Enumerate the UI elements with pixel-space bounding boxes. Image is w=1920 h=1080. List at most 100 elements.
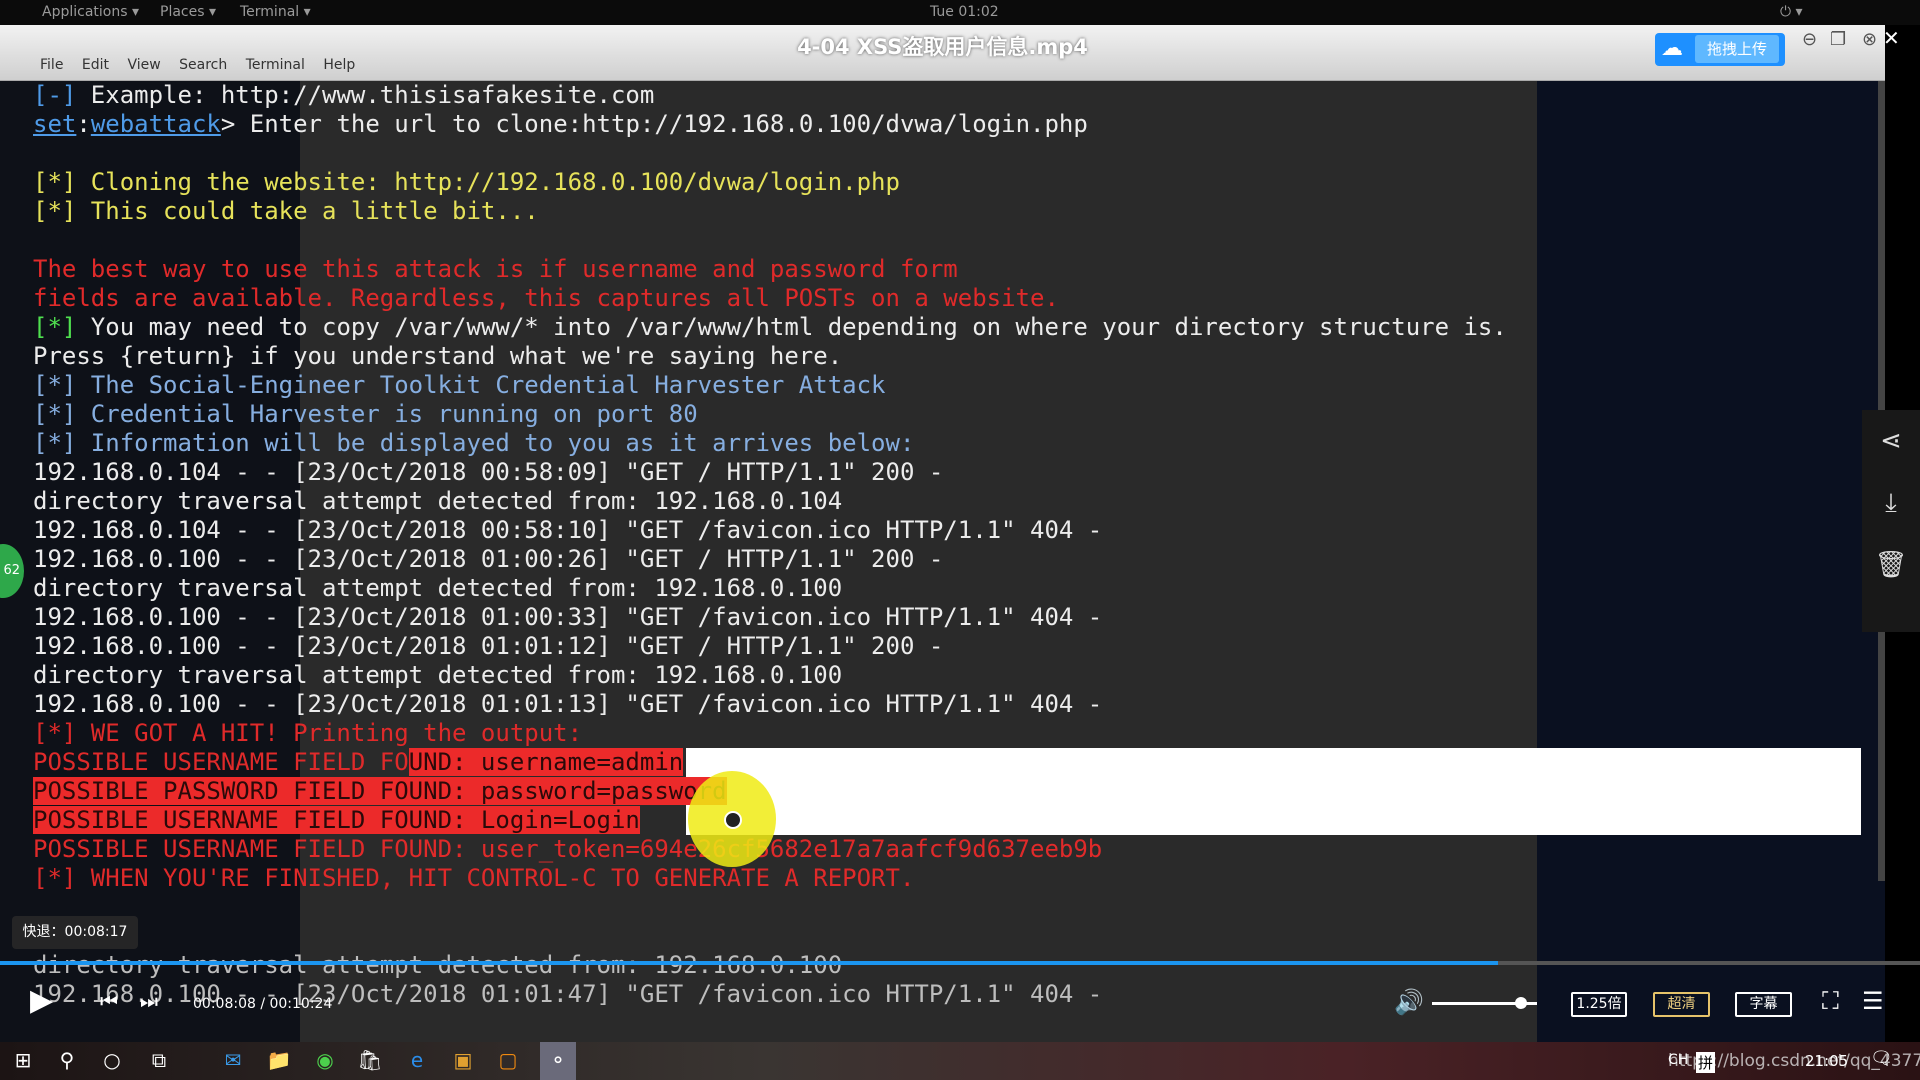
edge-icon[interactable]: e: [402, 1048, 432, 1072]
terminal-line: [-] Example: http://www.thisisafakesite.…: [33, 81, 654, 110]
taskbar-clock: 21:05: [1805, 1052, 1849, 1070]
volume-icon[interactable]: 🔊: [1394, 988, 1424, 1016]
terminal-line: directory traversal attempt detected fro…: [33, 487, 842, 516]
terminal-text: > Enter the url to clone:http://192.168.…: [220, 110, 1088, 138]
applications-menu[interactable]: Applications ▾: [42, 4, 139, 20]
terminal-menubar: File Edit View Search Terminal Help: [40, 57, 369, 73]
terminal-text: POSSIBLE USERNAME FIELD FO: [33, 748, 409, 776]
mail-icon[interactable]: ✉: [218, 1048, 248, 1072]
terminal-line: Press {return} if you understand what we…: [33, 342, 842, 371]
file-explorer-icon[interactable]: 📁: [264, 1048, 294, 1072]
terminal-text: 192.168.0.104 - - [23/Oct/2018 00:58:10]…: [33, 516, 1103, 544]
terminal-text: 192.168.0.104 - - [23/Oct/2018 00:58:09]…: [33, 458, 944, 486]
player-close-icon[interactable]: ✕: [1883, 26, 1900, 50]
terminal-line: 192.168.0.100 - - [23/Oct/2018 01:00:33]…: [33, 603, 1102, 632]
terminal-line: POSSIBLE USERNAME FIELD FOUND: Login=Log…: [33, 806, 640, 835]
cortana-icon[interactable]: ○: [97, 1048, 127, 1072]
progress-fill: [0, 961, 1498, 965]
side-badge[interactable]: 62: [0, 544, 24, 598]
terminal-text: fields are available. Regardless, this c…: [33, 284, 1059, 312]
next-icon[interactable]: ⏭: [140, 989, 158, 1013]
terminal-line: 192.168.0.100 - - [23/Oct/2018 01:01:12]…: [33, 632, 943, 661]
progress-bar[interactable]: [0, 961, 1920, 965]
menu-file[interactable]: File: [40, 57, 63, 73]
store-icon[interactable]: 🛍: [355, 1048, 385, 1072]
terminal-app-menu[interactable]: Terminal ▾: [240, 4, 311, 20]
terminal-line: 192.168.0.100 - - [23/Oct/2018 01:01:13]…: [33, 690, 1102, 719]
terminal-line: [*] WE GOT A HIT! Printing the output:: [33, 719, 582, 748]
terminal-text: UND: username=admin: [408, 748, 684, 776]
desktop-top-bar: Applications ▾ Places ▾ Terminal ▾ Tue 0…: [0, 0, 1920, 25]
ime-indicator[interactable]: CH: [1668, 1052, 1688, 1068]
terminal-text: [*] This could take a little bit...: [33, 197, 539, 225]
cloud-icon: ☁: [1661, 36, 1683, 61]
terminal-line: 192.168.0.104 - - [23/Oct/2018 00:58:10]…: [33, 516, 1102, 545]
ime-mode[interactable]: 拼: [1696, 1052, 1716, 1073]
terminal-text: POSSIBLE PASSWORD FIELD FOUND: password=…: [33, 777, 727, 805]
power-icon[interactable]: ⏻ ▾: [1780, 4, 1803, 20]
terminal-output: [-] Example: http://www.thisisafakesite.…: [0, 81, 1885, 1043]
windows-start-icon[interactable]: ⊞: [8, 1048, 38, 1072]
terminal-line: directory traversal attempt detected fro…: [33, 574, 842, 603]
playlist-icon[interactable]: ☰: [1862, 987, 1884, 1015]
volume-slider[interactable]: [1432, 997, 1537, 1009]
fullscreen-icon[interactable]: ⛶: [1822, 987, 1839, 1015]
video-player-taskbar-icon[interactable]: ⚬: [540, 1042, 576, 1080]
places-menu[interactable]: Places ▾: [160, 4, 216, 20]
background-desktop-ghost: [1537, 81, 1885, 1043]
side-action-panel: ⋖ ⤓ 🗑: [1862, 410, 1920, 632]
terminal-text: 192.168.0.100 - - [23/Oct/2018 01:00:33]…: [33, 603, 1103, 631]
terminal-line: [*] Credential Harvester is running on p…: [33, 400, 698, 429]
upload-button[interactable]: ☁ 拖拽上传: [1655, 33, 1785, 66]
menu-search[interactable]: Search: [179, 57, 227, 73]
subtitle-button[interactable]: 字幕: [1735, 992, 1792, 1017]
terminal-line: [*] Information will be displayed to you…: [33, 429, 914, 458]
menu-help[interactable]: Help: [323, 57, 355, 73]
quality-button[interactable]: 超清: [1653, 992, 1710, 1017]
player-controls: ▶ ⏮ ⏭ 00:08:08 / 00:10:24 🔊 1.25倍 超清 字幕 …: [0, 975, 1920, 1041]
terminal-text: directory traversal attempt detected fro…: [33, 487, 843, 515]
time-display: 00:08:08 / 00:10:24: [193, 996, 333, 1012]
menu-view[interactable]: View: [127, 57, 160, 73]
app-orange-icon[interactable]: ▢: [493, 1048, 523, 1072]
terminal-text: Press {return} if you understand what we…: [33, 342, 843, 370]
terminal-line: [*] This could take a little bit...: [33, 197, 539, 226]
terminal-text: webattack: [90, 110, 221, 138]
selection-highlight: [686, 748, 1861, 835]
terminal-text: set: [33, 110, 77, 138]
search-icon[interactable]: ⚲: [52, 1048, 82, 1072]
terminal-line: POSSIBLE USERNAME FIELD FOUND: user_toke…: [33, 835, 1102, 864]
terminal-text: 192.168.0.100 - - [23/Oct/2018 01:01:12]…: [33, 632, 944, 660]
download-icon[interactable]: ⤓: [1862, 472, 1920, 534]
play-icon[interactable]: ▶: [30, 983, 53, 1018]
app-icon[interactable]: ▣: [448, 1048, 478, 1072]
terminal-text: [*] WE GOT A HIT! Printing the output:: [33, 719, 583, 747]
share-icon[interactable]: ⋖: [1862, 410, 1920, 472]
terminal-line: POSSIBLE USERNAME FIELD FOUND: username=…: [33, 748, 684, 777]
mouse-cursor-highlight: [688, 771, 776, 867]
minimize-icon[interactable]: ⊖: [1802, 29, 1817, 50]
terminal-line: POSSIBLE PASSWORD FIELD FOUND: password=…: [33, 777, 727, 806]
volume-knob[interactable]: [1515, 997, 1528, 1009]
terminal-line: [*] You may need to copy /var/www/* into…: [33, 313, 1507, 342]
speed-button[interactable]: 1.25倍: [1571, 992, 1627, 1017]
terminal-text: :: [76, 110, 91, 138]
terminal-text: [*] Information will be displayed to you…: [33, 429, 915, 457]
restore-icon[interactable]: ❐: [1830, 29, 1846, 50]
task-view-icon[interactable]: ⧉: [144, 1048, 174, 1072]
previous-icon[interactable]: ⏮: [100, 989, 118, 1013]
terminal-text: POSSIBLE USERNAME FIELD FOUND: user_toke…: [33, 835, 1103, 863]
menu-edit[interactable]: Edit: [82, 57, 109, 73]
notification-icon[interactable]: 🗨: [1870, 1048, 1893, 1069]
terminal-line: 192.168.0.104 - - [23/Oct/2018 00:58:09]…: [33, 458, 943, 487]
terminal-text: directory traversal attempt detected fro…: [33, 574, 843, 602]
windows-taskbar: ⊞ ⚲ ○ ⧉ ✉ 📁 ◉ 🛍 e ▣ ▢ ⚬ https://blog.csd…: [0, 1042, 1920, 1080]
terminal-text: [-]: [33, 81, 77, 109]
browser-360-icon[interactable]: ◉: [310, 1048, 340, 1072]
seek-toast: 快退：00:08:17: [12, 916, 138, 949]
trash-icon[interactable]: 🗑: [1862, 534, 1920, 596]
menu-terminal[interactable]: Terminal: [246, 57, 305, 73]
terminal-text: 192.168.0.100 - - [23/Oct/2018 01:01:13]…: [33, 690, 1103, 718]
terminal-text: [*] The Social-Engineer Toolkit Credenti…: [33, 371, 886, 399]
close-icon[interactable]: ⊗: [1862, 29, 1877, 50]
